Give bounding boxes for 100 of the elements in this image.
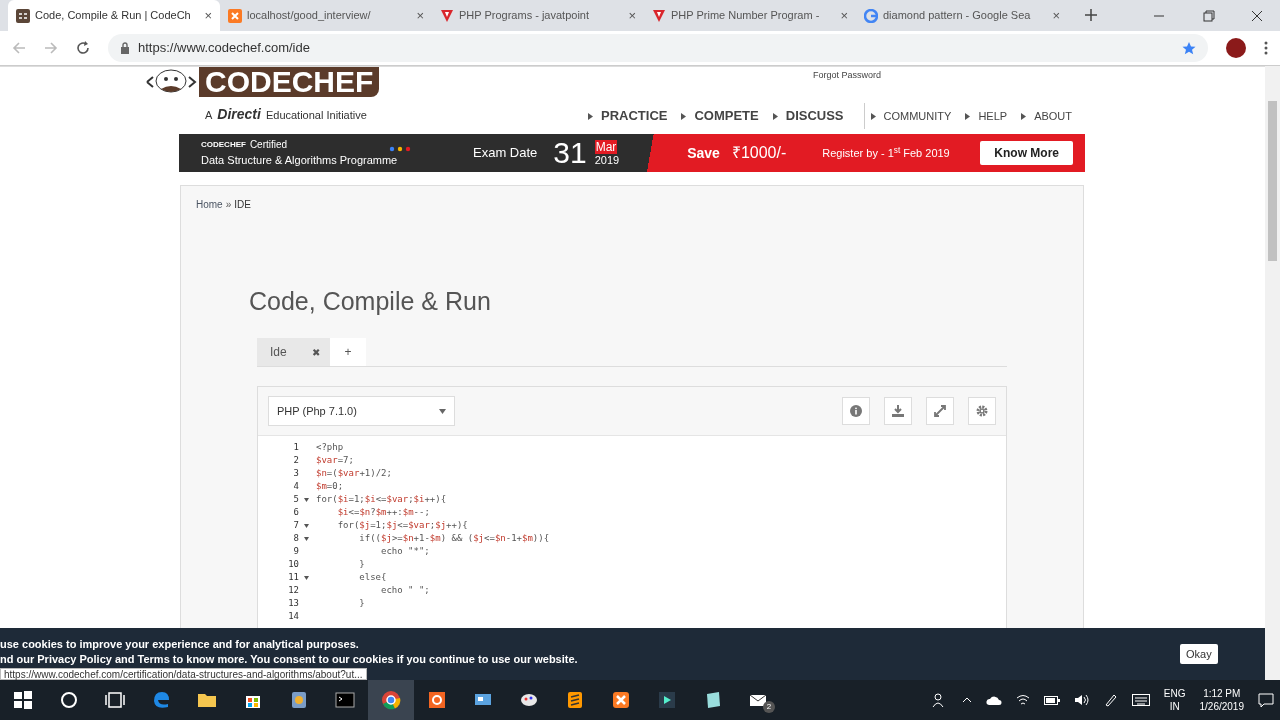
close-icon[interactable]: × — [1052, 5, 1060, 26]
know-more-button[interactable]: Know More — [980, 141, 1073, 165]
search-icon[interactable] — [59, 690, 79, 710]
line-number: 13 — [288, 597, 299, 610]
code-line: echo " "; — [380, 584, 430, 597]
save-label: Save — [687, 143, 720, 163]
xampp-icon[interactable] — [611, 690, 631, 710]
caret-icon — [681, 112, 687, 120]
maximize-icon[interactable] — [1203, 9, 1215, 22]
line-number: 2 — [293, 454, 299, 467]
okay-button[interactable]: Okay — [1180, 644, 1218, 664]
line-number: 4 — [293, 480, 299, 493]
breadcrumb-current: IDE — [234, 198, 251, 212]
keyboard-icon[interactable] — [1131, 694, 1150, 706]
sublime-text-icon[interactable] — [565, 690, 585, 710]
caret-icon — [1021, 112, 1027, 120]
notification-badge: 2 — [763, 701, 775, 713]
browser-tab[interactable]: PHP Prime Number Program - × — [644, 0, 856, 31]
task-view-icon[interactable] — [105, 690, 125, 710]
line-number: 8 — [293, 532, 299, 545]
fold-arrow-icon — [303, 497, 309, 502]
star-icon[interactable] — [1182, 41, 1196, 55]
expand-icon — [934, 405, 946, 417]
expand-button[interactable] — [926, 397, 954, 425]
editor-tab[interactable]: + — [330, 338, 366, 366]
caret-icon — [772, 112, 778, 120]
fold-arrow-icon — [303, 536, 309, 541]
media-app-icon[interactable] — [289, 690, 309, 710]
terminal-icon[interactable] — [335, 690, 355, 710]
close-icon[interactable]: ✖ — [312, 344, 320, 360]
clock[interactable]: 1:12 PM 1/26/2019 — [1199, 687, 1244, 713]
close-icon[interactable]: × — [840, 5, 848, 26]
scrollbar[interactable] — [1265, 66, 1280, 680]
tagline-text: Educational Initiative — [265, 108, 367, 123]
cookie-consent-text: nd our Privacy Policy and Terms to know more. You consent to our cookies if you continue to use our website. — [0, 652, 578, 667]
line-number: 6 — [293, 506, 299, 519]
nav-link[interactable]: PRACTICE — [588, 106, 668, 126]
certified-text: Certified — [249, 138, 288, 153]
site-icon — [440, 8, 454, 23]
avatar-icon[interactable] — [1226, 38, 1246, 58]
menu-icon[interactable] — [1264, 41, 1268, 55]
pen-icon[interactable] — [1103, 693, 1118, 707]
browser-tab[interactable]: Code, Compile & Run | CodeCh × — [8, 0, 220, 31]
cookie-notice: use cookies to improve your experience and for analytical purposes. — [0, 637, 359, 652]
nav-link[interactable]: DISCUSS — [772, 106, 844, 126]
directi-logo: Directi — [217, 105, 261, 124]
codechef-wordmark: CODECHEF — [201, 138, 246, 151]
info-icon — [850, 405, 862, 417]
exam-day: 31 — [553, 138, 587, 168]
browser-tab[interactable]: PHP Programs - javatpoint × — [432, 0, 644, 31]
line-number: 1 — [293, 441, 299, 454]
address-field[interactable]: https://www.codechef.com/ide — [108, 34, 1208, 62]
close-icon[interactable]: × — [416, 5, 424, 26]
code-line: } — [358, 558, 365, 571]
line-number: 9 — [293, 545, 299, 558]
reload-icon[interactable] — [76, 41, 90, 55]
new-tab-icon[interactable] — [1084, 8, 1098, 22]
save-amount: ₹1000/- — [731, 143, 787, 163]
tagline-prefix: A — [205, 108, 213, 123]
settings-icon — [976, 405, 988, 417]
code-line: $m=0; — [315, 480, 344, 493]
code-line: if(($j>=$n+1-$m) && ($j<=$n-1+$m)){ — [358, 532, 550, 545]
breadcrumb-separator: » — [225, 198, 232, 212]
nav-link[interactable]: ABOUT — [1021, 107, 1073, 125]
nav-link[interactable]: HELP — [965, 107, 1008, 125]
lock-icon — [120, 42, 130, 54]
video-editor-icon[interactable] — [657, 690, 677, 710]
info-button[interactable] — [842, 397, 870, 425]
notifications-icon[interactable] — [1258, 692, 1274, 708]
close-icon[interactable]: × — [204, 5, 212, 26]
close-icon[interactable]: × — [628, 5, 636, 26]
battery-icon[interactable] — [1043, 695, 1060, 705]
chrome-icon[interactable] — [381, 690, 401, 710]
edge-browser-icon[interactable] — [151, 690, 171, 710]
input-language[interactable]: ENG IN — [1163, 687, 1186, 713]
browser-tab[interactable]: localhost/good_interview/ × — [220, 0, 432, 31]
fold-arrow-icon — [303, 575, 309, 580]
close-icon[interactable] — [1251, 9, 1263, 22]
forgot-password-link[interactable]: Forgot Password — [813, 69, 882, 83]
windows-start-icon[interactable] — [13, 690, 33, 710]
line-number: 11 — [288, 571, 299, 584]
chevron-up-icon[interactable] — [961, 697, 972, 703]
nav-link[interactable]: COMPETE — [681, 106, 759, 126]
wifi-icon[interactable] — [1015, 694, 1030, 706]
line-number: 7 — [293, 519, 299, 532]
language-dropdown[interactable]: PHP (Php 7.1.0) — [268, 396, 455, 426]
settings-button[interactable] — [968, 397, 996, 425]
browser-tab[interactable]: diamond pattern - Google Sea × — [856, 0, 1068, 31]
cloud-icon[interactable] — [985, 695, 1002, 705]
editor-tab[interactable]: Ide ✖ — [257, 338, 330, 366]
dots-icon — [389, 146, 411, 152]
dropdown-caret-icon — [439, 408, 446, 414]
code-line: for($i=1;$i<=$var;$i++){ — [315, 493, 447, 506]
page-title: Code, Compile & Run — [249, 286, 491, 317]
volume-icon[interactable] — [1073, 694, 1090, 706]
breadcrumb-link[interactable]: Home — [196, 197, 223, 212]
record-app-icon[interactable] — [427, 690, 447, 710]
download-button[interactable] — [884, 397, 912, 425]
nav-link[interactable]: COMMUNITY — [870, 107, 952, 125]
exam-date-label: Exam Date — [473, 144, 538, 163]
